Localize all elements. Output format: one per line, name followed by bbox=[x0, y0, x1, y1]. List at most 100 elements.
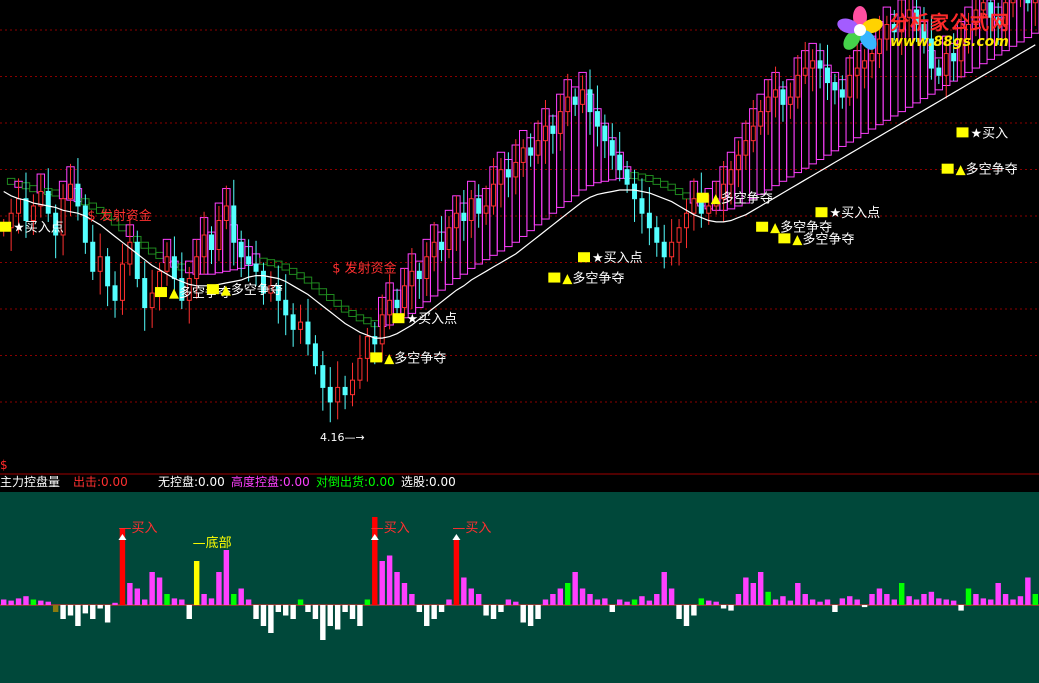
annotation-text: 买入点 bbox=[841, 206, 880, 221]
volume-bar bbox=[928, 591, 935, 605]
star-icon: ★ bbox=[592, 251, 604, 266]
volume-bar bbox=[364, 599, 371, 605]
volume-bar bbox=[720, 605, 727, 609]
candle-body bbox=[773, 89, 779, 98]
volume-bar bbox=[772, 599, 779, 605]
ribbon-segment bbox=[303, 276, 313, 284]
volume-bar bbox=[609, 605, 615, 612]
stock-chart-svg[interactable]: 4.16—→★买入点$ 发射资金▲多空争夺▲多空争夺$ 发射资金★买入点▲多空争… bbox=[0, 0, 1039, 683]
candle-body bbox=[231, 205, 237, 243]
volume-bar bbox=[305, 605, 311, 612]
ribbon-segment bbox=[326, 294, 335, 302]
ribbon-segment bbox=[318, 288, 328, 296]
volume-bar bbox=[958, 605, 964, 611]
candle-body bbox=[847, 74, 853, 98]
ribbon-segment bbox=[363, 317, 372, 325]
volume-bar bbox=[142, 599, 148, 605]
volume-bar bbox=[1, 599, 7, 605]
volume-bar bbox=[906, 596, 912, 605]
ribbon-segment bbox=[660, 180, 669, 188]
candle-body bbox=[787, 96, 793, 105]
annotation-text: 多空争夺 bbox=[231, 282, 283, 298]
volume-bar bbox=[743, 577, 749, 605]
candle-body bbox=[617, 154, 623, 171]
annotation-buy: ★买入 bbox=[970, 126, 1008, 141]
volume-bar bbox=[980, 598, 987, 605]
candle-body bbox=[832, 82, 838, 91]
volume-bar bbox=[60, 605, 66, 619]
volume-bar bbox=[349, 605, 356, 619]
candle-body bbox=[16, 198, 22, 214]
volume-bar bbox=[616, 599, 623, 605]
volume-bar bbox=[52, 605, 59, 612]
yellow-block-marker bbox=[0, 221, 12, 232]
triangle-icon: ▲ bbox=[384, 351, 394, 366]
volume-bar bbox=[23, 596, 29, 605]
annotation-text: 买入 bbox=[982, 126, 1008, 141]
candle-body bbox=[201, 234, 207, 258]
logo-title: 分析家公式网 bbox=[890, 12, 1011, 34]
volume-bar bbox=[416, 605, 423, 612]
candle-body bbox=[298, 321, 304, 330]
candle-body bbox=[453, 212, 459, 229]
volume-bar bbox=[579, 588, 586, 605]
low-price-label: 4.16—→ bbox=[320, 431, 365, 444]
candle-body bbox=[387, 299, 393, 316]
volume-bar bbox=[861, 605, 868, 608]
volume-bar bbox=[156, 577, 163, 605]
candle-body bbox=[171, 256, 177, 280]
volume-bar bbox=[8, 600, 14, 605]
annotation-contest: ▲多空争夺 bbox=[221, 282, 283, 298]
candle-body bbox=[238, 241, 244, 258]
volume-bar bbox=[1032, 594, 1038, 605]
signal-label-buy: —买入 bbox=[452, 521, 491, 536]
volume-bar bbox=[231, 594, 237, 605]
candle-body bbox=[728, 169, 734, 185]
triangle-icon: ▲ bbox=[169, 286, 179, 301]
volume-bar bbox=[550, 594, 556, 605]
candle-body bbox=[565, 96, 571, 113]
yellow-block-marker bbox=[778, 233, 791, 244]
volume-bar bbox=[1025, 577, 1031, 605]
star-icon: ★ bbox=[406, 312, 418, 327]
indicator-name[interactable]: 主力控盘量 bbox=[0, 473, 60, 491]
volume-bar bbox=[483, 605, 489, 616]
ribbon-segment bbox=[652, 177, 662, 185]
ribbon-segment bbox=[147, 247, 157, 255]
volume-bar bbox=[30, 599, 37, 605]
ribbon-segment bbox=[281, 263, 290, 271]
candle-body bbox=[75, 183, 81, 207]
volume-bar bbox=[847, 596, 853, 605]
status-select: 选股:0.00 bbox=[401, 475, 456, 489]
volume-bar bbox=[809, 599, 816, 605]
candle-body bbox=[528, 147, 534, 156]
volume-bar bbox=[565, 583, 571, 605]
volume-bar bbox=[780, 596, 786, 605]
annotation-launch: $ 发射资金 bbox=[332, 260, 396, 276]
logo-url: www.88gs.com bbox=[890, 34, 1009, 50]
triangle-icon: ▲ bbox=[711, 192, 721, 207]
ribbon-segment bbox=[355, 314, 365, 322]
yellow-block-marker bbox=[370, 352, 383, 363]
volume-bar bbox=[995, 583, 1001, 605]
volume-bar bbox=[498, 605, 504, 612]
candle-body bbox=[624, 169, 630, 185]
signal-label-buy: —买入 bbox=[118, 521, 157, 536]
candle-body bbox=[394, 299, 400, 309]
indicator-status-bar: 主力控盘量 出击:0.00 无控盘:0.00 高度控盘:0.00 对倒出货:0.… bbox=[0, 473, 1039, 491]
volume-bar bbox=[505, 599, 512, 605]
volume-bar bbox=[988, 599, 994, 605]
ribbon-segment bbox=[348, 309, 357, 317]
volume-bar bbox=[1002, 594, 1009, 605]
candle-body bbox=[364, 336, 370, 359]
volume-bar bbox=[654, 594, 660, 605]
status-high-control: 高度控盘:0.00 bbox=[231, 475, 310, 489]
yellow-block-marker bbox=[154, 287, 167, 298]
candle-body bbox=[357, 357, 363, 381]
volume-bar bbox=[386, 555, 393, 605]
candle-body bbox=[505, 169, 511, 178]
ribbon-segment bbox=[29, 185, 38, 193]
candle-body bbox=[253, 263, 259, 272]
candle-body bbox=[802, 67, 808, 76]
volume-bar bbox=[446, 599, 452, 605]
